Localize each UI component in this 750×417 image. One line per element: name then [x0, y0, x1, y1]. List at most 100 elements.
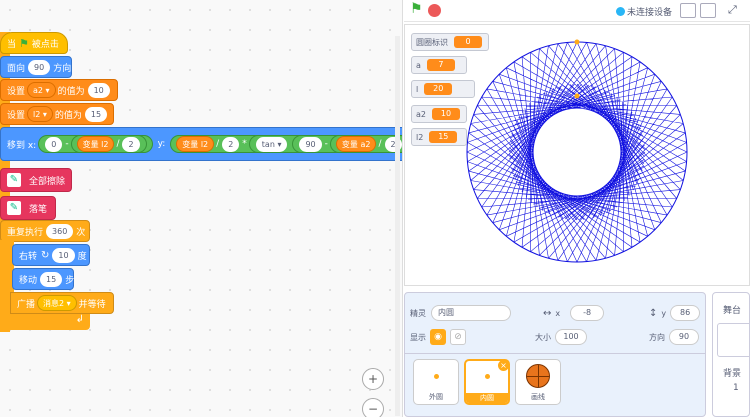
sprite-thumbnail	[434, 374, 439, 379]
value-input[interactable]: 90	[299, 136, 322, 152]
variable-dropdown[interactable]: l2 ▾	[27, 106, 53, 122]
variable-monitor[interactable]: a7	[411, 56, 467, 74]
rotate-right-icon: ↻	[41, 249, 50, 261]
goto-xy-block[interactable]: 移到 x: 0 - 变量 l2 / 2 y: 变量 l2 / 2 * tan ▾…	[0, 127, 402, 161]
operator-text: /	[116, 139, 120, 149]
variable-dropdown[interactable]: a2 ▾	[27, 82, 56, 98]
move-steps-block[interactable]: 移动 15 步	[12, 268, 74, 290]
zoom-out-button[interactable]: −	[362, 398, 384, 417]
stop-icon[interactable]	[428, 4, 441, 17]
direction-input[interactable]: 90	[28, 59, 51, 75]
x-label: x	[555, 308, 561, 318]
operator-text: *	[242, 139, 247, 149]
code-area[interactable]: 当 ⚑ 被点击 面向 90 方向 设置 a2 ▾ 的值为 10 设置 l2 ▾ …	[0, 0, 403, 417]
point-direction-block[interactable]: 面向 90 方向	[0, 56, 72, 78]
variable-monitor[interactable]: l 20	[411, 80, 475, 98]
size-input[interactable]: 100	[555, 329, 587, 345]
value-input[interactable]: 2	[122, 136, 140, 152]
value-input[interactable]: 2	[222, 136, 240, 152]
variable-reporter[interactable]: 变量 a2	[335, 136, 377, 152]
operator-text: /	[216, 139, 220, 149]
divide-operator[interactable]: 变量 l2 / 2	[70, 135, 147, 153]
direction-input[interactable]: 90	[669, 329, 699, 345]
direction-label: 方向	[649, 332, 665, 342]
divide-operator[interactable]: 变量 a2 / 2	[329, 135, 402, 153]
value-input[interactable]: 15	[84, 106, 108, 122]
variable-monitor[interactable]: 圆圈标识 0	[411, 33, 489, 51]
scroll-track[interactable]	[395, 36, 400, 416]
block-text: 设置	[7, 86, 26, 97]
monitor-value: 20	[424, 83, 453, 95]
stage[interactable]: 圆圈标识 0 a 7 l 20 a2 10 l2 15	[404, 24, 750, 286]
x-input[interactable]: -8	[570, 305, 605, 321]
turn-right-block[interactable]: 右转 ↻ 10 度	[12, 244, 90, 266]
operator-text: -	[65, 139, 69, 149]
minus-operator[interactable]: 90 - 变量 a2 / 2	[292, 135, 402, 153]
globe-icon	[616, 7, 625, 16]
small-stage-button[interactable]	[680, 3, 696, 18]
x-expression[interactable]: 0 - 变量 l2 / 2	[38, 135, 153, 153]
pen-down-block[interactable]: ✎ 落笔	[0, 196, 56, 220]
green-flag-icon[interactable]: ⚑	[410, 1, 423, 17]
when-flag-block[interactable]: 当 ⚑ 被点击	[0, 32, 68, 54]
monitor-label: l	[416, 84, 419, 94]
block-text: 并等待	[78, 299, 106, 310]
message-dropdown[interactable]: 消息2 ▾	[37, 295, 77, 311]
sprite-thumbnail	[485, 374, 490, 379]
variable-monitor[interactable]: l2 15	[411, 128, 467, 146]
stage-panel[interactable]: 舞台 背景 1	[712, 292, 750, 417]
backdrop-thumbnail[interactable]	[717, 323, 749, 357]
status-text: 未连接设备	[627, 8, 673, 18]
delete-sprite-icon[interactable]: ×	[498, 360, 509, 371]
device-status[interactable]: 未连接设备	[616, 5, 672, 18]
backdrop-label: 背景	[723, 369, 742, 379]
large-stage-button[interactable]	[700, 3, 716, 18]
sprite-name-input[interactable]: 内圆	[431, 305, 511, 321]
value-input[interactable]: 0	[45, 136, 63, 152]
variable-monitor[interactable]: a2 10	[411, 105, 467, 123]
y-expression[interactable]: 变量 l2 / 2 * tan ▾ 90 - 变量 a2 / 2	[170, 135, 402, 153]
fullscreen-icon[interactable]: ⤢	[728, 3, 737, 17]
monitor-value: 7	[426, 59, 455, 71]
block-text: 全部擦除	[28, 176, 65, 187]
monitor-label: a2	[416, 109, 426, 119]
sprite-tile-inner[interactable]: × 内圆	[464, 359, 510, 405]
block-text: 设置	[7, 110, 26, 121]
variable-reporter[interactable]: 变量 l2	[176, 136, 215, 152]
spirograph-lines	[466, 39, 688, 263]
set-l2-block[interactable]: 设置 l2 ▾ 的值为 15	[0, 103, 114, 125]
repeat-block[interactable]: 重复执行 360 次	[0, 220, 90, 242]
monitor-value: 10	[432, 108, 460, 120]
sprite-tile-name: 画线	[531, 393, 545, 401]
monitor-value: 0	[454, 36, 482, 48]
block-text: 被点击	[31, 39, 59, 50]
block-text: 落笔	[29, 204, 48, 215]
tan-operator[interactable]: tan ▾ 90 - 变量 a2 / 2	[248, 135, 402, 153]
block-text: 方向	[53, 63, 72, 74]
sprite-tile-outer[interactable]: 外圆	[413, 359, 459, 405]
zoom-in-button[interactable]: +	[362, 368, 384, 390]
size-label: 大小	[535, 332, 551, 342]
hide-eye-icon[interactable]: ⊘	[450, 329, 466, 345]
block-text: 度	[77, 251, 87, 262]
variable-reporter[interactable]: 变量 l2	[76, 136, 115, 152]
x-arrows-icon: ↔	[543, 307, 552, 319]
degrees-input[interactable]: 10	[52, 247, 75, 263]
block-text: y:	[157, 139, 166, 149]
clear-all-block[interactable]: ✎ 全部擦除	[0, 168, 72, 192]
block-text: 广播	[17, 299, 36, 310]
block-text: 面向	[7, 63, 26, 74]
broadcast-wait-block[interactable]: 广播 消息2 ▾ 并等待	[10, 292, 114, 314]
set-a2-block[interactable]: 设置 a2 ▾ 的值为 10	[0, 79, 118, 101]
show-eye-icon[interactable]: ◉	[430, 329, 446, 345]
function-dropdown[interactable]: tan ▾	[255, 136, 288, 152]
y-input[interactable]: 86	[670, 305, 701, 321]
y-arrows-icon: ↕	[649, 307, 658, 319]
value-input[interactable]: 10	[87, 82, 110, 98]
repeat-count-input[interactable]: 360	[46, 223, 74, 239]
steps-input[interactable]: 15	[40, 271, 63, 287]
sprite-tile-name: 外圆	[429, 393, 443, 401]
stage-panel-title: 舞台	[723, 306, 742, 316]
sprite-tile-pen[interactable]: 画线	[515, 359, 561, 405]
block-text: 当	[7, 39, 17, 50]
